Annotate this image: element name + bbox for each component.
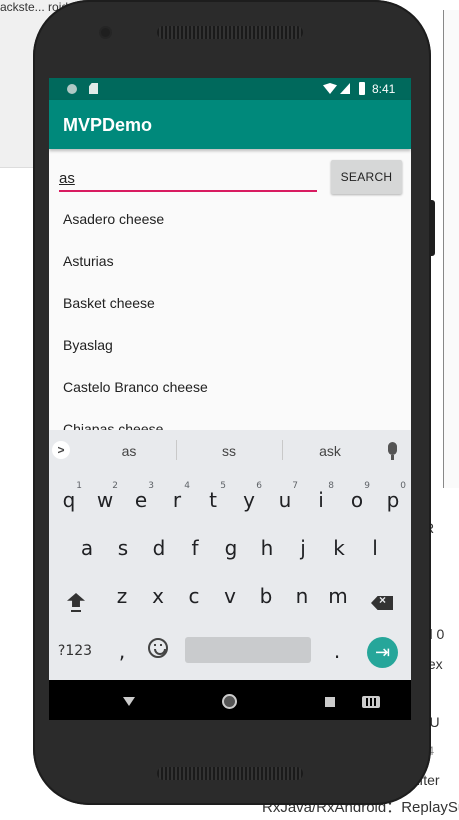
status-bar: 8:41 — [49, 78, 411, 100]
status-time: 8:41 — [372, 82, 396, 96]
key-m[interactable]: m — [320, 578, 356, 614]
list-item[interactable]: Asturias — [49, 240, 411, 282]
battery-icon — [359, 82, 365, 95]
key-letter: r — [172, 488, 182, 512]
key-p[interactable]: p0 — [375, 481, 411, 518]
key-v[interactable]: v — [212, 578, 248, 614]
key-number-hint: 3 — [148, 481, 154, 491]
key-a[interactable]: a — [69, 530, 105, 566]
suggestion-3[interactable]: ask — [285, 443, 375, 459]
list-item[interactable]: Basket cheese — [49, 282, 411, 324]
key-j[interactable]: j — [285, 530, 321, 566]
key-letter: e — [134, 488, 148, 512]
chevron-right-icon[interactable]: > — [52, 441, 70, 459]
key-r[interactable]: r4 — [159, 481, 195, 518]
shift-underline — [71, 610, 81, 612]
key-l[interactable]: l — [357, 530, 393, 566]
key-number-hint: 4 — [184, 481, 190, 491]
suggestion-2[interactable]: ss — [184, 443, 274, 459]
wifi-icon — [323, 83, 337, 94]
key-letter: u — [278, 488, 292, 512]
suggestion-strip: > as ss ask — [49, 430, 411, 470]
symbols-key[interactable]: ?123 — [57, 633, 93, 669]
period-key[interactable]: . — [319, 633, 355, 669]
navigation-bar — [49, 680, 411, 720]
key-c[interactable]: c — [176, 578, 212, 614]
key-number-hint: 5 — [220, 481, 226, 491]
app-title: MVPDemo — [63, 115, 153, 135]
power-button[interactable] — [430, 200, 435, 256]
key-i[interactable]: i8 — [303, 481, 339, 518]
key-number-hint: 9 — [364, 481, 370, 491]
background-side-panel — [443, 10, 459, 488]
key-number-hint: 2 — [112, 481, 118, 491]
results-list[interactable]: Asadero cheese Asturias Basket cheese Byasl… — [49, 198, 411, 450]
key-letter: q — [62, 488, 76, 512]
key-f[interactable]: f — [177, 530, 213, 566]
key-e[interactable]: e3 — [123, 481, 159, 518]
key-y[interactable]: y6 — [231, 481, 267, 518]
speaker-grille-bottom — [157, 767, 303, 780]
suggestion-divider — [176, 440, 177, 460]
app-bar: MVPDemo — [49, 100, 411, 149]
key-x[interactable]: x — [140, 578, 176, 614]
space-bar[interactable] — [185, 637, 311, 663]
key-h[interactable]: h — [249, 530, 285, 566]
key-letter: i — [318, 488, 324, 512]
key-letter: p — [386, 488, 400, 512]
key-letter: t — [209, 488, 217, 512]
microphone-icon[interactable] — [388, 442, 397, 455]
search-query-text: as — [59, 170, 75, 187]
suggestion-divider — [282, 440, 283, 460]
list-item[interactable]: Asadero cheese — [49, 198, 411, 240]
microphone-stand — [391, 455, 394, 460]
key-b[interactable]: b — [248, 578, 284, 614]
search-input[interactable] — [59, 166, 317, 192]
key-number-hint: 6 — [256, 481, 262, 491]
key-g[interactable]: g — [213, 530, 249, 566]
phone-screen: 8:41 MVPDemo as SEARCH Asadero cheese Ast… — [49, 78, 411, 720]
key-number-hint: 0 — [400, 481, 406, 491]
list-item[interactable]: Byaslag — [49, 324, 411, 366]
key-n[interactable]: n — [284, 578, 320, 614]
shift-icon[interactable] — [67, 593, 85, 607]
key-o[interactable]: o9 — [339, 481, 375, 518]
front-camera — [101, 28, 110, 37]
search-input-value: as — [59, 170, 75, 187]
key-s[interactable]: s — [105, 530, 141, 566]
sd-card-icon — [89, 83, 98, 94]
notification-icon — [67, 84, 77, 94]
key-d[interactable]: d — [141, 530, 177, 566]
key-letter: o — [350, 488, 364, 512]
comma-key[interactable]: , — [104, 633, 140, 669]
key-letter: w — [96, 488, 114, 512]
key-number-hint: 8 — [328, 481, 334, 491]
suggestion-1[interactable]: as — [84, 443, 174, 459]
key-u[interactable]: u7 — [267, 481, 303, 518]
backspace-x-glyph: × — [379, 593, 387, 607]
search-button[interactable]: SEARCH — [331, 160, 402, 194]
speaker-grille-top — [157, 26, 303, 39]
home-icon[interactable] — [222, 694, 237, 709]
keyboard-switch-icon[interactable] — [362, 696, 380, 708]
key-z[interactable]: z — [104, 578, 140, 614]
key-number-hint: 1 — [76, 481, 82, 491]
soft-keyboard: > as ss ask × ?123 , . ⇥ q1w2e3r4t5y6u7i… — [49, 430, 411, 680]
list-item[interactable]: Castelo Branco cheese — [49, 366, 411, 408]
key-number-hint: 7 — [292, 481, 298, 491]
back-icon[interactable] — [123, 697, 135, 706]
key-q[interactable]: q1 — [51, 481, 87, 518]
key-k[interactable]: k — [321, 530, 357, 566]
enter-key-icon[interactable]: ⇥ — [367, 637, 398, 668]
signal-icon — [340, 83, 350, 94]
recent-apps-icon[interactable] — [325, 697, 335, 707]
emoji-icon[interactable] — [148, 638, 168, 658]
key-w[interactable]: w2 — [87, 481, 123, 518]
key-letter: y — [243, 488, 255, 512]
key-t[interactable]: t5 — [195, 481, 231, 518]
